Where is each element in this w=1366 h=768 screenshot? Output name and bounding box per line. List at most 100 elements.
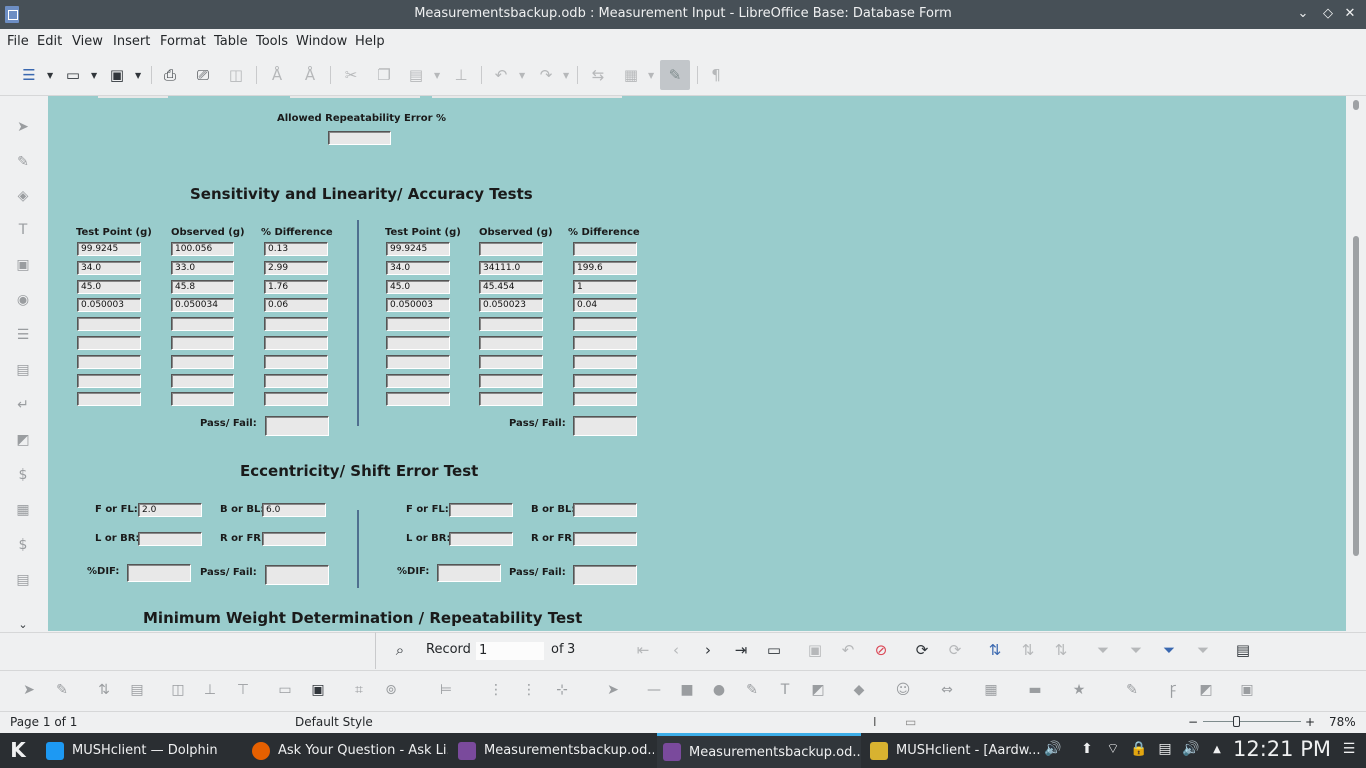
refresh-icon[interactable]: ⟳ [912, 640, 932, 660]
right-test-point-field[interactable] [386, 317, 450, 331]
vertical-scrollbar[interactable] [1346, 96, 1366, 631]
right-observed-field[interactable]: 0.050023 [479, 298, 543, 312]
left-difference-field[interactable] [264, 374, 328, 388]
next-record-icon[interactable]: › [698, 640, 718, 660]
left-ecc-pass-fail-field[interactable] [265, 565, 329, 585]
left-pass-fail-field[interactable] [265, 416, 329, 436]
right-test-point-field[interactable]: 0.050003 [386, 298, 450, 312]
cut-icon[interactable]: ✂ [340, 64, 362, 86]
form-properties-icon[interactable]: ▤ [127, 680, 147, 700]
form-design-icon[interactable]: ☰ [18, 64, 40, 86]
last-record-icon[interactable]: ⇥ [731, 640, 751, 660]
option-button-icon[interactable]: ◉ [13, 290, 33, 310]
right-difference-field[interactable] [573, 355, 637, 369]
anchor-icon[interactable]: ⊤ [233, 680, 253, 700]
allowed-repeatability-field[interactable] [328, 131, 391, 145]
add-field-icon[interactable]: ⌗ [349, 680, 369, 700]
right-test-point-field[interactable]: 34.0 [386, 261, 450, 275]
stars-icon[interactable]: ★ [1069, 680, 1089, 700]
zoom-in-icon[interactable]: + [1305, 715, 1315, 729]
menu-tools[interactable]: Tools [256, 34, 288, 49]
block-arrows-icon[interactable]: ⇔ [937, 680, 957, 700]
menu-edit[interactable]: Edit [37, 34, 62, 49]
combo-box-icon[interactable]: ▤ [13, 360, 33, 380]
right-test-point-field[interactable] [386, 374, 450, 388]
left-difference-field[interactable] [264, 317, 328, 331]
select-icon[interactable]: ➤ [19, 680, 39, 700]
first-record-icon[interactable]: ⇤ [633, 640, 653, 660]
right-difference-field[interactable] [573, 242, 637, 256]
left-difference-field[interactable] [264, 355, 328, 369]
previous-record-icon[interactable]: ‹ [666, 640, 686, 660]
right-observed-field[interactable] [479, 392, 543, 406]
draw-select-icon[interactable]: ➤ [603, 680, 623, 700]
ellipse-icon[interactable]: ● [709, 680, 729, 700]
paste-icon[interactable]: ▤ [405, 64, 427, 86]
insert-image-icon[interactable]: ◩ [1196, 680, 1216, 700]
freeform-icon[interactable]: ✎ [742, 680, 762, 700]
left-test-point-field[interactable]: 34.0 [77, 261, 141, 275]
currency-field-icon[interactable]: $ [13, 465, 33, 485]
close-button[interactable]: ✕ [1340, 4, 1360, 24]
text-box-icon[interactable]: T [775, 680, 795, 700]
zoom-level[interactable]: 78% [1329, 715, 1356, 729]
reset-filter-icon[interactable]: ⏷ [1193, 640, 1213, 660]
find-record-icon[interactable]: ⌕ [390, 640, 410, 660]
print-preview-icon[interactable]: ◫ [225, 64, 247, 86]
right-ecc-pass-fail-field[interactable] [573, 565, 637, 585]
callout-icon[interactable]: ◩ [808, 680, 828, 700]
left-observed-field[interactable] [171, 374, 234, 388]
task-firefox[interactable]: Ask Your Question - Ask Li... [246, 733, 448, 768]
right-observed-field[interactable] [479, 336, 543, 350]
left-observed-field[interactable]: 45.8 [171, 280, 234, 294]
chevron-down-icon[interactable]: ▼ [434, 71, 440, 80]
form-filter-icon[interactable]: ⏷ [1159, 640, 1179, 660]
menu-table[interactable]: Table [214, 34, 248, 49]
menu-view[interactable]: View [72, 34, 103, 49]
select-icon[interactable]: ➤ [13, 117, 33, 137]
redo-icon[interactable]: ↷ [535, 64, 557, 86]
left-test-point-field[interactable]: 0.050003 [77, 298, 141, 312]
autofilter-icon[interactable]: ⏷ [1093, 640, 1113, 660]
right-test-point-field[interactable] [386, 392, 450, 406]
right-b-or-bl-field[interactable] [573, 503, 637, 517]
undo-record-icon[interactable]: ↶ [838, 640, 858, 660]
left-observed-field[interactable]: 0.050034 [171, 298, 234, 312]
right-dif-field[interactable] [437, 564, 501, 582]
right-difference-field[interactable] [573, 392, 637, 406]
chevron-down-icon[interactable]: ▼ [563, 71, 569, 80]
left-difference-field[interactable] [264, 336, 328, 350]
clock[interactable]: 12:21 PM [1233, 737, 1331, 761]
save-icon[interactable]: ▣ [106, 64, 128, 86]
right-difference-field[interactable] [573, 374, 637, 388]
print-icon[interactable]: ⎚ [192, 64, 214, 86]
right-pass-fail-field[interactable] [573, 416, 637, 436]
line-icon[interactable]: — [644, 680, 664, 700]
zoom-out-icon[interactable]: − [1188, 715, 1198, 729]
right-difference-field[interactable]: 1 [573, 280, 637, 294]
right-observed-field[interactable] [479, 242, 543, 256]
position-size-icon[interactable]: ⊥ [200, 680, 220, 700]
form-navigator-icon[interactable]: ▣ [308, 680, 328, 700]
chevron-down-icon[interactable]: ▼ [47, 71, 53, 80]
left-observed-field[interactable] [171, 355, 234, 369]
clipboard-icon[interactable]: ▤ [1156, 740, 1174, 758]
left-difference-field[interactable]: 0.06 [264, 298, 328, 312]
left-test-point-field[interactable] [77, 355, 141, 369]
right-difference-field[interactable] [573, 317, 637, 331]
formatted-field-icon[interactable]: $ [13, 535, 33, 555]
left-test-point-field[interactable]: 45.0 [77, 280, 141, 294]
right-observed-field[interactable] [479, 317, 543, 331]
save-record-icon[interactable]: ▣ [805, 640, 825, 660]
maximize-button[interactable]: ◇ [1318, 4, 1338, 24]
right-difference-field[interactable]: 199.6 [573, 261, 637, 275]
left-r-or-fr-field[interactable] [262, 532, 326, 546]
menu-help[interactable]: Help [355, 34, 385, 49]
lock-icon[interactable]: 🔒 [1130, 740, 1148, 758]
grid-icon[interactable]: ⋮ [486, 680, 506, 700]
right-difference-field[interactable] [573, 336, 637, 350]
task-mushclient[interactable]: MUSHclient - [Aardw... [864, 733, 1044, 768]
right-difference-field[interactable]: 0.04 [573, 298, 637, 312]
design-mode-icon[interactable]: ✎ [13, 152, 33, 172]
more-controls-icon[interactable]: ⌄ [13, 614, 33, 634]
